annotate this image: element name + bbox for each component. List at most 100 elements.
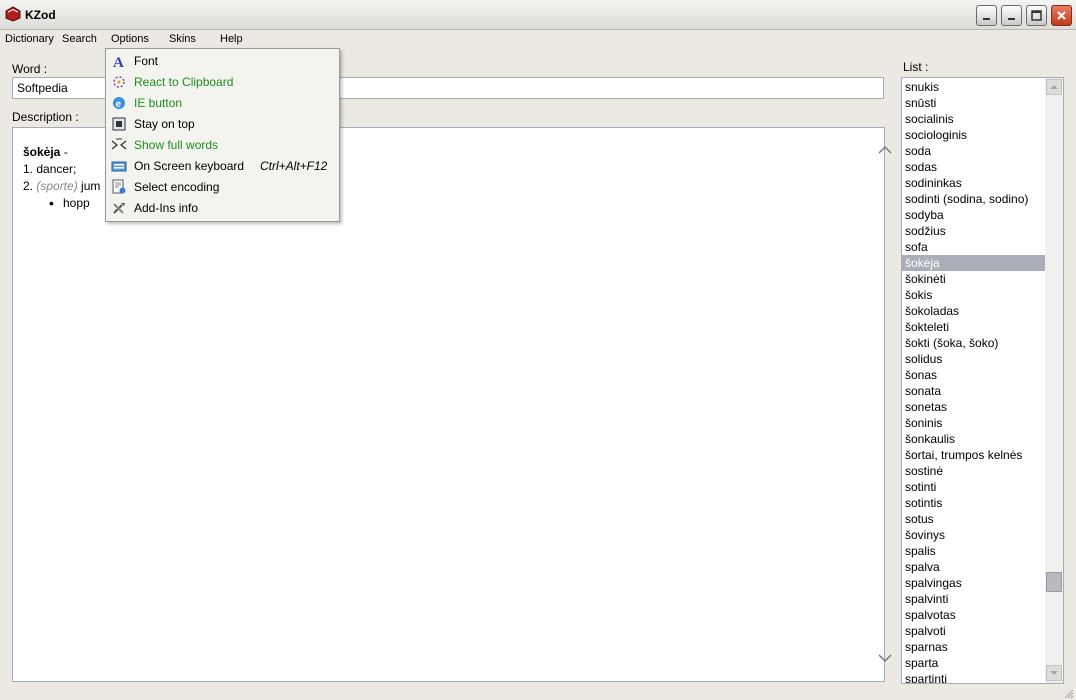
maximize-icon bbox=[1031, 10, 1042, 21]
keyboard-icon bbox=[111, 158, 127, 174]
options-menu-item-label: React to Clipboard bbox=[134, 75, 234, 89]
list-item[interactable]: šokteleti bbox=[902, 319, 1046, 335]
title-bar[interactable]: KZod bbox=[0, 0, 1076, 30]
menu-help[interactable]: Help bbox=[218, 31, 245, 47]
list-item[interactable]: spalvoti bbox=[902, 623, 1046, 639]
book-icon bbox=[5, 6, 21, 22]
stay-on-top-icon bbox=[111, 116, 127, 132]
list-item[interactable]: sparta bbox=[902, 655, 1046, 671]
options-menu-item[interactable]: e IE button bbox=[106, 92, 339, 113]
options-menu-item[interactable]: Select encoding bbox=[106, 176, 339, 197]
word-list: snukis snūsti socialinis sociologinis soda so… bbox=[901, 77, 1064, 684]
full-words-icon bbox=[111, 137, 127, 153]
list-item[interactable]: sparnas bbox=[902, 639, 1046, 655]
options-menu-item-label: Show full words bbox=[134, 138, 219, 152]
options-menu-item[interactable]: A Font bbox=[106, 50, 339, 71]
list-item[interactable]: snūsti bbox=[902, 95, 1046, 111]
list-item[interactable]: soda bbox=[902, 143, 1046, 159]
list-item[interactable]: socialinis bbox=[902, 111, 1046, 127]
description-content: šokėja - 1. dancer; 2. (sporte) jum hopp bbox=[23, 144, 100, 212]
options-menu-item[interactable]: Show full words bbox=[106, 134, 339, 155]
window-title: KZod bbox=[25, 8, 56, 22]
list-item[interactable]: spalvotas bbox=[902, 607, 1046, 623]
options-menu-item-label: On Screen keyboard bbox=[134, 159, 245, 173]
list-item[interactable]: sodžius bbox=[902, 223, 1046, 239]
svg-text:A: A bbox=[113, 55, 124, 69]
options-menu-item-label: Font bbox=[134, 54, 159, 68]
list-item[interactable]: šonas bbox=[902, 367, 1046, 383]
list-scroll-thumb[interactable] bbox=[1046, 572, 1062, 592]
headword: šokėja bbox=[23, 145, 61, 159]
list-item[interactable]: sodyba bbox=[902, 207, 1046, 223]
options-menu-item-label: Add-Ins info bbox=[134, 201, 199, 215]
options-menu-item-label: IE button bbox=[134, 96, 183, 110]
minimize-icon bbox=[983, 18, 990, 20]
list-item[interactable]: šokti (šoka, šoko) bbox=[902, 335, 1046, 351]
list-item[interactable]: spalvinti bbox=[902, 591, 1046, 607]
encoding-icon bbox=[111, 179, 127, 195]
list-item[interactable]: sotinti bbox=[902, 479, 1046, 495]
options-menu-item[interactable]: Stay on top bbox=[106, 113, 339, 134]
list-item[interactable]: sociologinis bbox=[902, 127, 1046, 143]
clipboard-icon bbox=[111, 74, 127, 90]
list-item[interactable]: sonata bbox=[902, 383, 1046, 399]
list-item[interactable]: šokis bbox=[902, 287, 1046, 303]
menu-dictionary[interactable]: Dictionary bbox=[3, 31, 56, 47]
list-item[interactable]: sonetas bbox=[902, 399, 1046, 415]
list-item[interactable]: sodas bbox=[902, 159, 1046, 175]
definition-1: 1. dancer; bbox=[23, 162, 77, 176]
list-item[interactable]: spalva bbox=[902, 559, 1046, 575]
definition-2-tag: (sporte) bbox=[36, 179, 78, 193]
list-item[interactable]: spartinti bbox=[902, 671, 1046, 683]
maximize-button[interactable] bbox=[1026, 5, 1047, 26]
font-icon: A bbox=[111, 53, 127, 71]
status-bar bbox=[0, 687, 1076, 700]
definition-bullet: hopp bbox=[49, 195, 100, 212]
list-item[interactable]: šoninis bbox=[902, 415, 1046, 431]
arrow-down-icon bbox=[1050, 671, 1058, 675]
menu-options[interactable]: Options bbox=[109, 31, 151, 47]
resize-grip-icon[interactable] bbox=[1063, 688, 1074, 699]
list-item[interactable]: solidus bbox=[902, 351, 1046, 367]
options-dropdown: A Font React to Clipboard e IE button Stay on… bbox=[105, 48, 340, 222]
menu-search[interactable]: Search bbox=[60, 31, 99, 47]
list-scroll-up-button[interactable] bbox=[1046, 79, 1062, 95]
svg-text:e: e bbox=[116, 99, 122, 110]
arrow-up-icon bbox=[1050, 85, 1058, 89]
definition-2-text: jum bbox=[77, 179, 101, 193]
options-menu-item[interactable]: Add-Ins info bbox=[106, 197, 339, 218]
list-item[interactable]: šokinėti bbox=[902, 271, 1046, 287]
list-item[interactable]: šokoladas bbox=[902, 303, 1046, 319]
list-item[interactable]: sodininkas bbox=[902, 175, 1046, 191]
list-scroll-down-button[interactable] bbox=[1046, 665, 1062, 681]
scroll-up-icon[interactable] bbox=[875, 142, 895, 158]
list-item[interactable]: šokėja bbox=[902, 255, 1046, 271]
tools-icon bbox=[111, 200, 127, 216]
list-item[interactable]: spalis bbox=[902, 543, 1046, 559]
menu-bar: Dictionary Search Options Skins Help bbox=[0, 30, 1076, 48]
options-menu-item-label: Select encoding bbox=[134, 180, 220, 194]
list-item[interactable]: sodinti (sodina, sodino) bbox=[902, 191, 1046, 207]
scroll-down-icon[interactable] bbox=[875, 650, 895, 666]
options-menu-item[interactable]: React to Clipboard bbox=[106, 71, 339, 92]
options-menu-item-label: Stay on top bbox=[134, 117, 195, 131]
options-menu-item-shortcut: Ctrl+Alt+F12 bbox=[260, 159, 328, 173]
list-item[interactable]: sofa bbox=[902, 239, 1046, 255]
options-menu-item[interactable]: On Screen keyboard Ctrl+Alt+F12 bbox=[106, 155, 339, 176]
minimize-to-tray-button[interactable] bbox=[976, 5, 997, 26]
close-icon bbox=[1057, 11, 1066, 20]
list-item[interactable]: snukis bbox=[902, 79, 1046, 95]
list-scrollbar[interactable] bbox=[1045, 78, 1063, 683]
list-label: List : bbox=[903, 60, 929, 74]
list-item[interactable]: spalvingas bbox=[902, 575, 1046, 591]
list-item[interactable]: šortai, trumpos kelnės bbox=[902, 447, 1046, 463]
list-item[interactable]: šonkaulis bbox=[902, 431, 1046, 447]
list-item[interactable]: sotus bbox=[902, 511, 1046, 527]
menu-skins[interactable]: Skins bbox=[167, 31, 198, 47]
minimize-button[interactable] bbox=[1001, 5, 1022, 26]
list-item[interactable]: šovinys bbox=[902, 527, 1046, 543]
list-item[interactable]: sostinė bbox=[902, 463, 1046, 479]
close-button[interactable] bbox=[1051, 5, 1072, 26]
headword-dash: - bbox=[60, 145, 68, 159]
list-item[interactable]: sotintis bbox=[902, 495, 1046, 511]
